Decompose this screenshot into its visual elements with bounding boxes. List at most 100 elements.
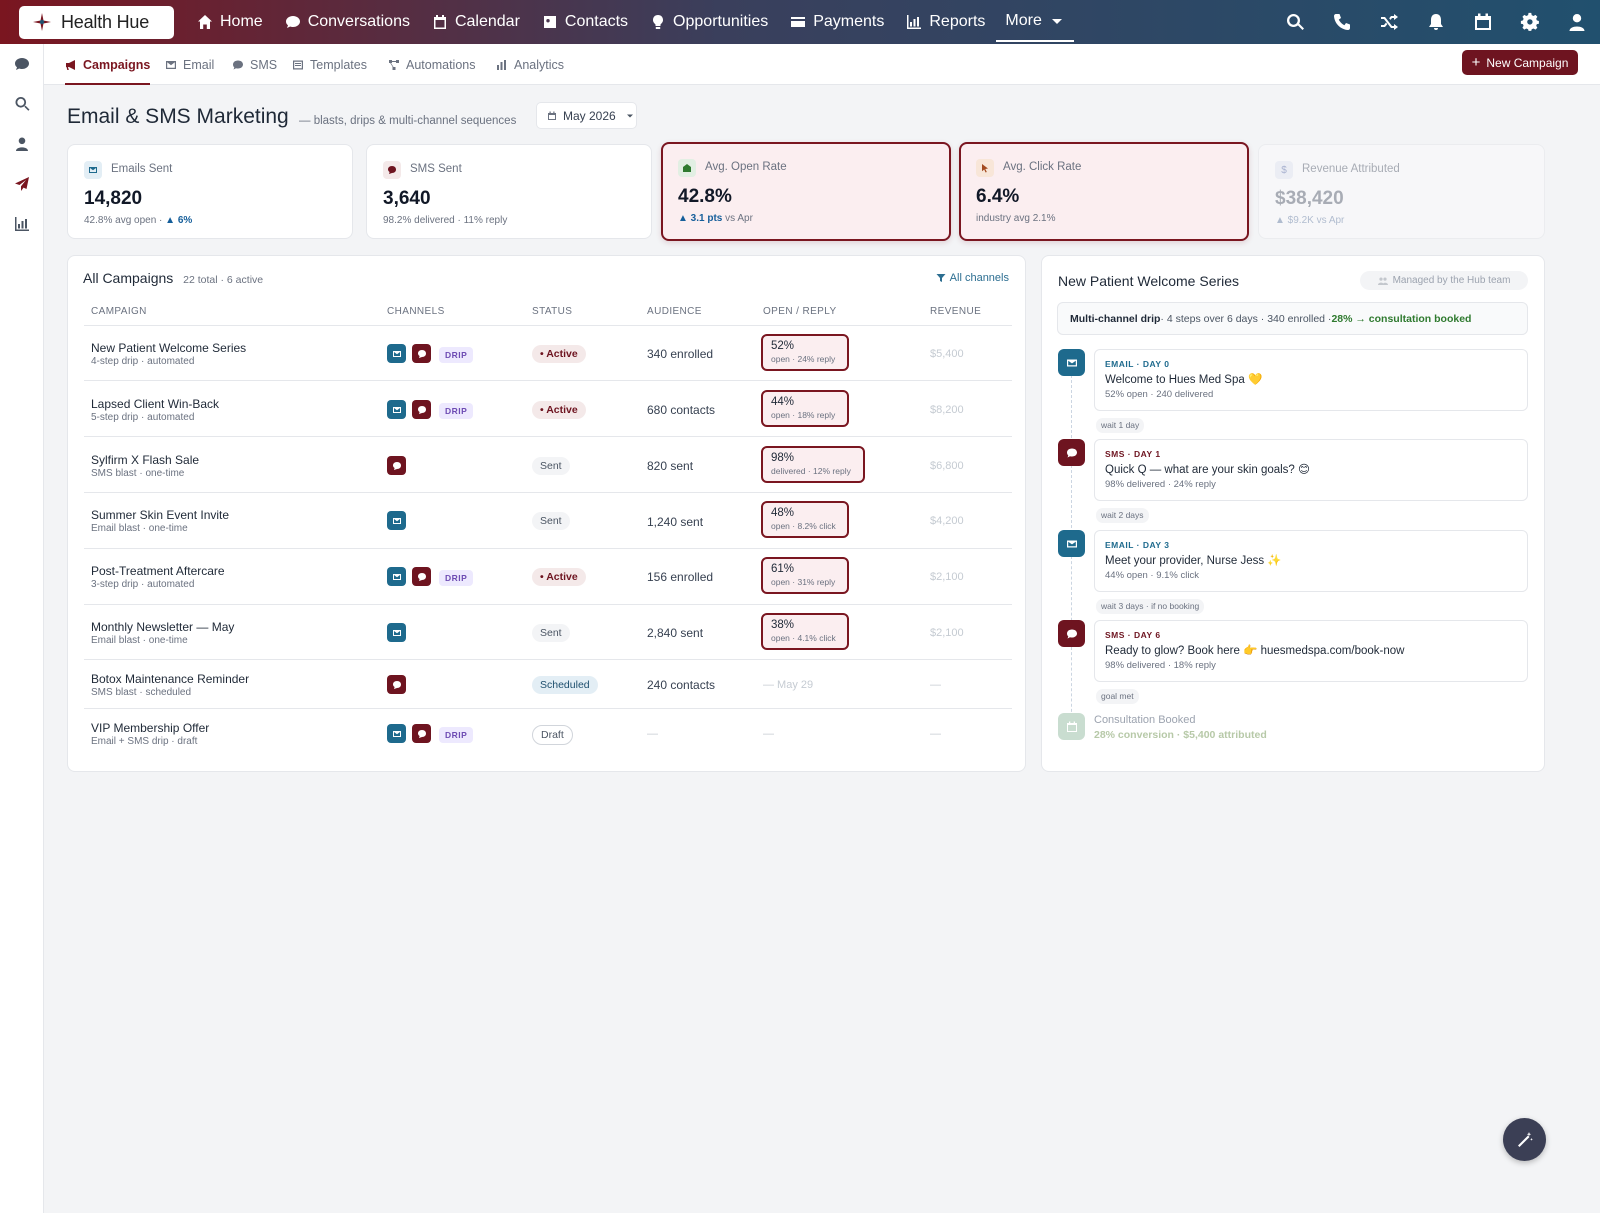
audience: 1,240 sent (647, 515, 704, 529)
nav-reports[interactable]: Reports (895, 0, 996, 44)
nav-payments[interactable]: Payments (779, 0, 895, 44)
rail-reports[interactable] (12, 214, 32, 234)
tab-templates[interactable]: Templates (292, 44, 367, 85)
audience: 240 contacts (647, 678, 716, 692)
col-campaign[interactable]: CAMPAIGN (91, 306, 147, 317)
rail-contacts[interactable] (12, 134, 32, 154)
step-kicker: SMS · DAY 1 (1105, 449, 1161, 459)
rail-marketing[interactable] (12, 174, 32, 194)
tab-email[interactable]: Email (165, 44, 214, 85)
tab-sms[interactable]: SMS (232, 44, 277, 85)
campaign-sub: 4-step drip · automated (91, 356, 195, 367)
wait-chip: wait 1 day (1096, 418, 1145, 433)
gear-icon (1520, 12, 1539, 31)
new-campaign-button[interactable]: + New Campaign (1462, 50, 1578, 75)
step-kicker: EMAIL · DAY 3 (1105, 540, 1170, 550)
tab-label: SMS (250, 57, 278, 72)
stat-sub: ▲ 3.1 pts vs Apr (678, 213, 753, 224)
col-status[interactable]: STATUS (532, 306, 572, 317)
stat-card-emails-sent[interactable]: Emails Sent 14,820 42.8% avg open · ▲ 6% (67, 144, 353, 239)
email-channel-icon (387, 623, 406, 642)
campaign-name[interactable]: VIP Membership Offer (91, 721, 209, 735)
stat-card-open-rate[interactable]: Avg. Open Rate 42.8% ▲ 3.1 pts vs Apr (661, 142, 951, 241)
drip-badge: DRIP (439, 570, 474, 586)
stat-card-revenue[interactable]: $ Revenue Attributed $38,420 ▲ $9.2K vs … (1258, 144, 1545, 239)
stat-sub: 42.8% avg open · ▲ 6% (84, 215, 193, 226)
month-picker[interactable]: May 2026 (536, 102, 637, 129)
profile-button[interactable] (1553, 0, 1600, 44)
tab-label: Templates (310, 57, 367, 72)
campaign-name[interactable]: Summer Skin Event Invite (91, 508, 229, 522)
nav-calendar[interactable]: Calendar (421, 0, 531, 44)
sequence-step[interactable]: EMAIL · DAY 3 Meet your provider, Nurse … (1094, 530, 1528, 592)
campaign-name[interactable]: Lapsed Client Win-Back (91, 397, 219, 411)
tab-automations[interactable]: Automations (388, 44, 475, 85)
sequence-step[interactable]: SMS · DAY 6 Ready to glow? Book here 👉 h… (1094, 620, 1528, 682)
audience: 820 sent (647, 459, 694, 473)
assistant-button[interactable] (1503, 1118, 1546, 1161)
stat-card-sms-sent[interactable]: SMS Sent 3,640 98.2% delivered · 11% rep… (366, 144, 652, 239)
col-revenue[interactable]: REVENUE (930, 306, 981, 317)
template-icon (293, 60, 303, 69)
home-icon (198, 15, 212, 29)
calendar-button[interactable] (1459, 0, 1506, 44)
stat-label: Revenue Attributed (1302, 163, 1400, 175)
dollar-icon: $ (1275, 161, 1293, 179)
rail-search[interactable] (12, 94, 32, 114)
calendar-icon (1474, 13, 1491, 30)
step-stats: 98% delivered · 18% reply (1105, 660, 1216, 671)
logo-text: Health Hue (61, 11, 150, 32)
tab-analytics[interactable]: Analytics (496, 44, 564, 85)
filter-label: All channels (949, 272, 1009, 284)
sequence-step[interactable]: EMAIL · DAY 0 Welcome to Hues Med Spa 💛 … (1094, 349, 1528, 411)
scheduled-date: — May 29 (763, 679, 814, 691)
nav-label: More (1005, 12, 1042, 29)
audience: 2,840 sent (647, 626, 704, 640)
row-divider (84, 436, 1012, 437)
sms-channel-icon (412, 344, 431, 363)
open-reply-rate: 44% open · 18% reply (761, 390, 849, 427)
sms-channel-icon (412, 400, 431, 419)
status-badge: • Active (532, 401, 586, 419)
megaphone-icon (66, 59, 75, 70)
campaign-name[interactable]: Botox Maintenance Reminder (91, 672, 249, 686)
nav-home[interactable]: Home (186, 0, 274, 44)
col-open-reply[interactable]: OPEN / REPLY (763, 306, 837, 317)
nav-more[interactable]: More (996, 2, 1074, 42)
sequence-step[interactable]: SMS · DAY 1 Quick Q — what are your skin… (1094, 439, 1528, 501)
stat-label: Avg. Open Rate (705, 161, 787, 173)
campaign-name[interactable]: Post-Treatment Aftercare (91, 564, 225, 578)
chat-icon (383, 161, 401, 179)
status-badge: Sent (532, 624, 570, 642)
campaign-name[interactable]: Monthly Newsletter — May (91, 620, 234, 634)
step-title: Meet your provider, Nurse Jess ✨ (1105, 555, 1282, 567)
nav-conversations[interactable]: Conversations (274, 0, 421, 44)
user-icon (16, 137, 28, 151)
campaign-name[interactable]: New Patient Welcome Series (91, 341, 246, 355)
settings-button[interactable] (1506, 0, 1553, 44)
managed-badge: Managed by the Hub team (1360, 271, 1528, 290)
shuffle-button[interactable] (1365, 0, 1412, 44)
credit-card-icon (791, 17, 806, 27)
team-icon (1377, 277, 1388, 285)
wait-chip: goal met (1096, 689, 1139, 704)
rail-conversations[interactable] (12, 54, 32, 74)
tab-campaigns[interactable]: Campaigns (65, 44, 151, 85)
col-audience[interactable]: AUDIENCE (647, 306, 702, 317)
phone-button[interactable] (1318, 0, 1365, 44)
nav-label: Conversations (307, 13, 410, 30)
campaign-name[interactable]: Sylfirm X Flash Sale (91, 453, 199, 467)
app-logo[interactable]: Health Hue (19, 5, 174, 39)
new-campaign-label: New Campaign (1486, 55, 1569, 70)
stat-card-click-rate[interactable]: Avg. Click Rate 6.4% industry avg 2.1% (959, 142, 1249, 241)
notifications-button[interactable] (1412, 0, 1459, 44)
open-reply-rate: 61% open · 31% reply (761, 557, 849, 594)
nav-label: Opportunities (673, 13, 769, 30)
channel-filter[interactable]: All channels (936, 272, 1009, 284)
nav-opportunities[interactable]: Opportunities (639, 0, 779, 44)
search-button[interactable] (1271, 0, 1318, 44)
sms-step-icon (1058, 620, 1085, 647)
nav-contacts[interactable]: Contacts (531, 0, 639, 44)
col-channels[interactable]: CHANNELS (387, 306, 445, 317)
chat-icon (233, 60, 243, 69)
